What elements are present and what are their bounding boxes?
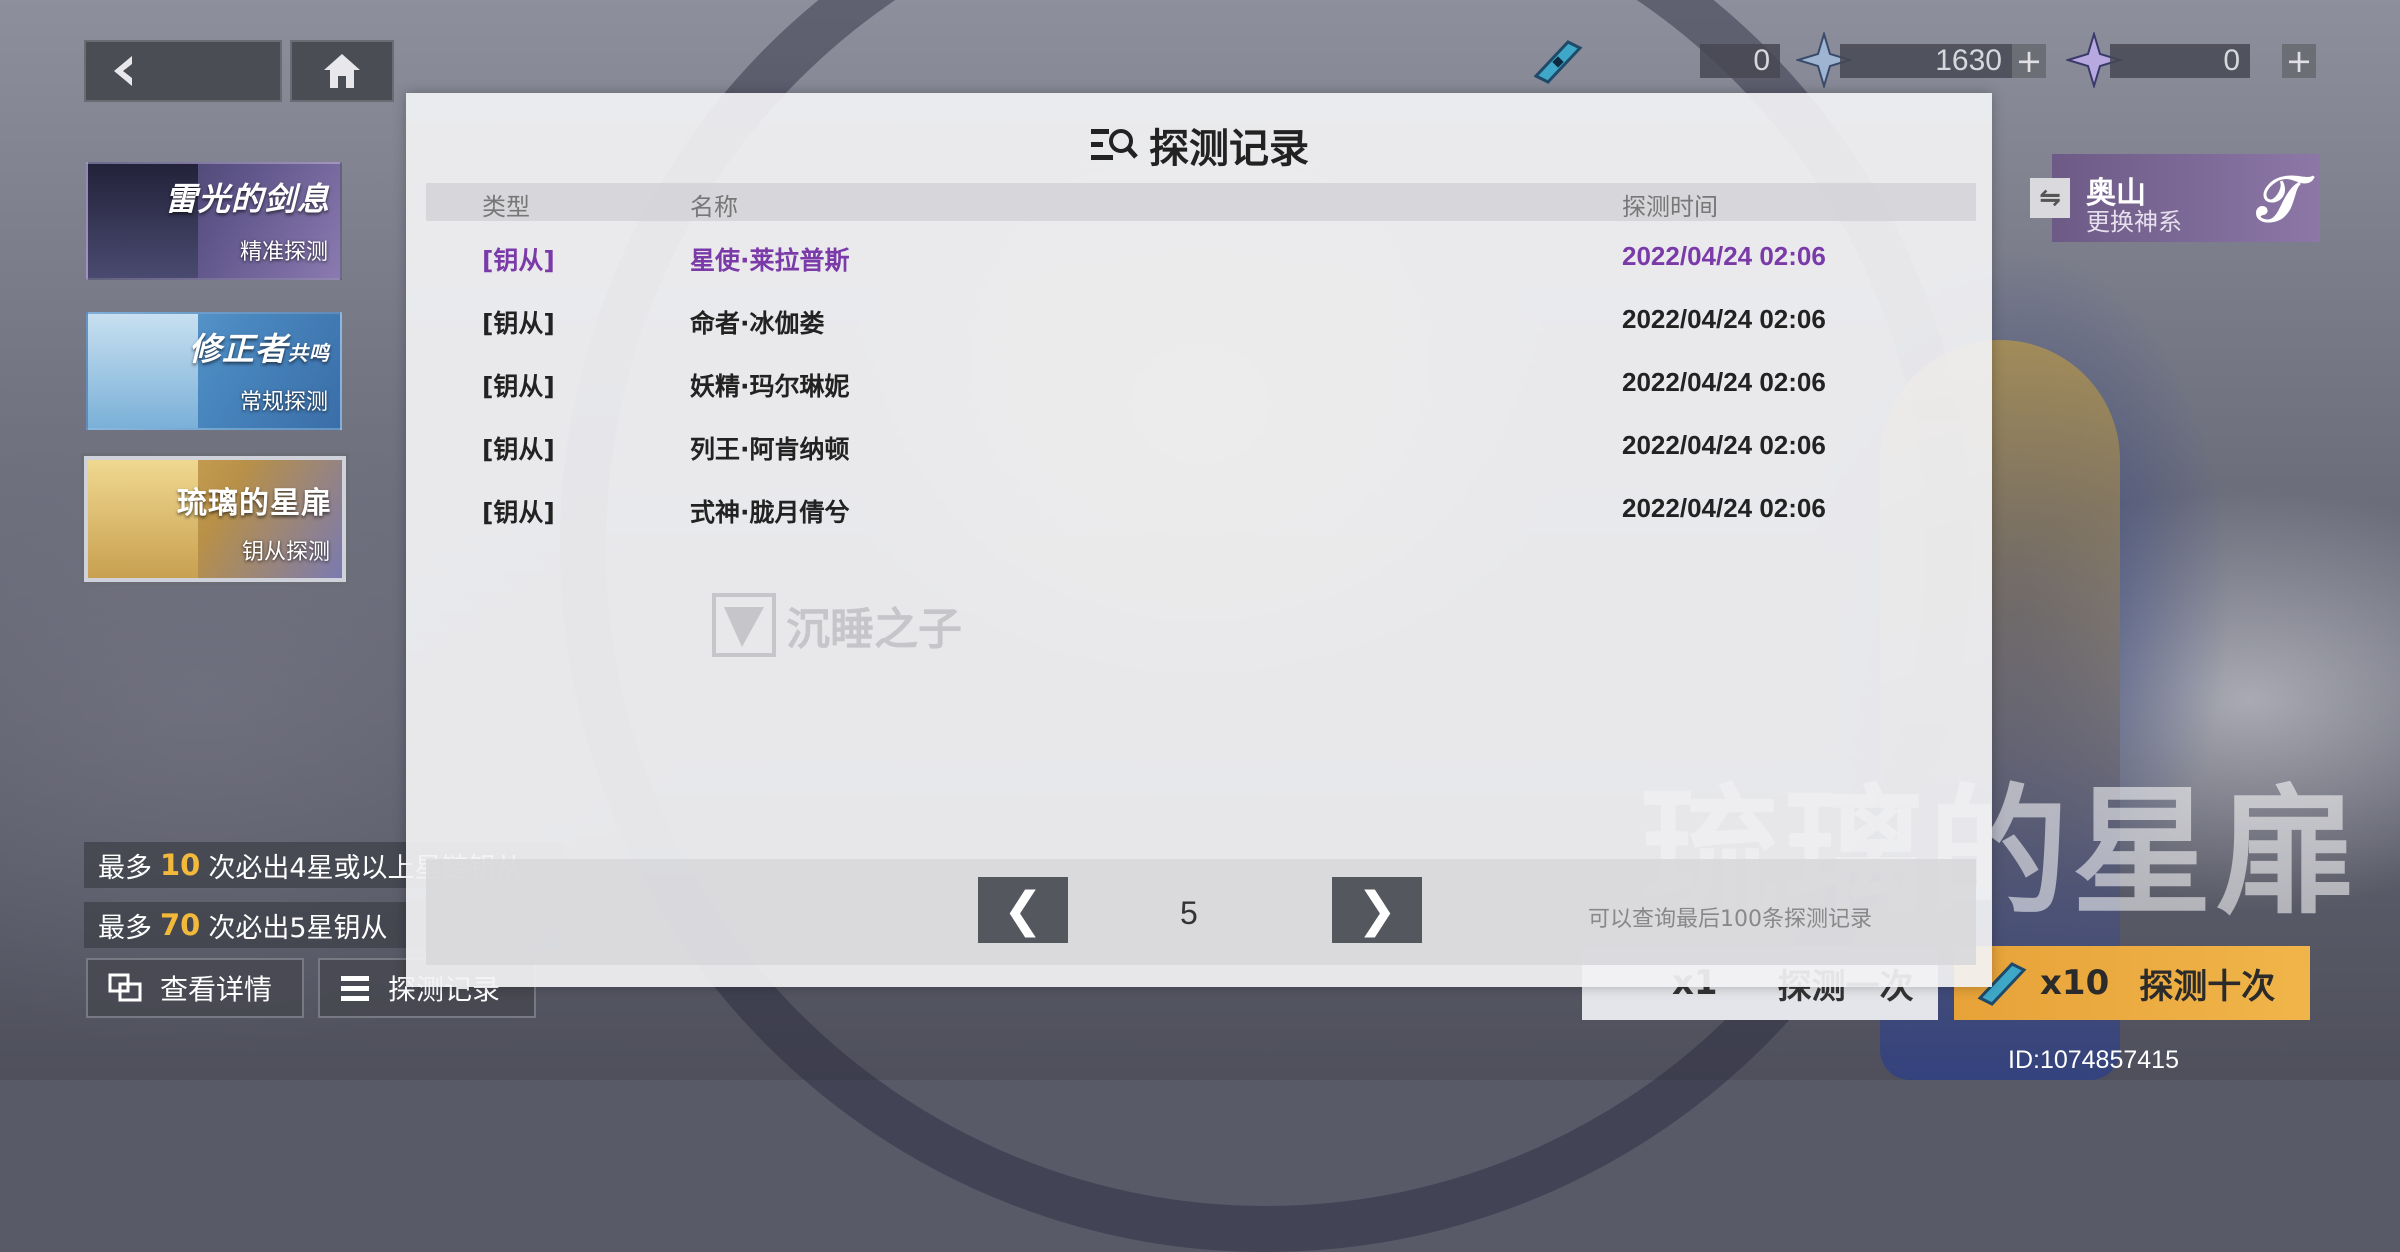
banner-subtitle: 精准探测 bbox=[239, 240, 328, 265]
table-row: [钥从] 式神·胧月倩兮 2022/04/24 02:06 bbox=[406, 489, 1992, 529]
ticket-icon bbox=[1533, 40, 1583, 84]
purple-crystal-count: 0 bbox=[2110, 44, 2250, 78]
pantheon-logo-icon: 𝒯 bbox=[2256, 162, 2306, 237]
header-type: 类型 bbox=[482, 193, 530, 221]
current-page-number: 5 bbox=[1180, 895, 1198, 931]
banner-subtitle: 常规探测 bbox=[239, 390, 328, 415]
banner-crystal-star-gate[interactable]: 琉璃的星扉 钥从探测 bbox=[81, 453, 349, 585]
view-details-button[interactable]: 查看详情 bbox=[86, 958, 304, 1018]
ticket-count: 0 bbox=[1700, 44, 1780, 78]
row-type: [钥从] bbox=[482, 372, 555, 401]
row-name: 列王·阿肯纳顿 bbox=[690, 435, 850, 464]
row-time: 2022/04/24 02:06 bbox=[1622, 493, 1826, 523]
change-pantheon-label: 更换神系 bbox=[2086, 208, 2182, 236]
row-name: 妖精·玛尔琳妮 bbox=[690, 372, 850, 401]
list-icon bbox=[341, 976, 369, 1001]
row-time: 2022/04/24 02:06 bbox=[1622, 304, 1826, 334]
faction-logo-icon bbox=[712, 593, 776, 657]
row-name: 星使·莱拉普斯 bbox=[690, 246, 850, 275]
table-row: [钥从] 命者·冰伽娄 2022/04/24 02:06 bbox=[406, 300, 1992, 340]
detect-ten-button[interactable]: x10 探测十次 bbox=[1954, 946, 2310, 1020]
change-pantheon-panel[interactable]: 奥山 更换神系 𝒯 bbox=[2052, 154, 2320, 242]
detection-records-dialog: 探测记录 类型 名称 探测时间 [钥从] 星使·莱拉普斯 2022/04/24 … bbox=[406, 93, 1992, 987]
silver-crystal-add-button[interactable]: + bbox=[2012, 42, 2046, 80]
dialog-title: 探测记录 bbox=[1149, 126, 1309, 172]
row-type: [钥从] bbox=[482, 435, 555, 464]
row-time: 2022/04/24 02:06 bbox=[1622, 241, 1826, 271]
banner-title: 琉璃的星扉 bbox=[177, 486, 332, 521]
back-arrow-icon bbox=[114, 56, 132, 86]
header-time: 探测时间 bbox=[1622, 193, 1718, 221]
row-name: 式神·胧月倩兮 bbox=[690, 498, 850, 527]
banner-corrector[interactable]: 修正者共鸣 常规探测 bbox=[86, 312, 342, 430]
dialog-header: 探测记录 bbox=[406, 115, 1992, 175]
table-row: [钥从] 星使·莱拉普斯 2022/04/24 02:06 bbox=[406, 237, 1992, 277]
detect-ten-count: x10 bbox=[2040, 963, 2110, 1003]
row-type: [钥从] bbox=[482, 498, 555, 527]
banner-title: 雷光的剑息 bbox=[164, 180, 330, 218]
table-row: [钥从] 妖精·玛尔琳妮 2022/04/24 02:06 bbox=[406, 363, 1992, 403]
table-header: 类型 名称 探测时间 bbox=[426, 183, 1976, 221]
silver-crystal-count: 1630 bbox=[1840, 44, 2012, 78]
home-button[interactable] bbox=[290, 40, 394, 102]
row-type: [钥从] bbox=[482, 309, 555, 338]
table-row: [钥从] 列王·阿肯纳顿 2022/04/24 02:06 bbox=[406, 426, 1992, 466]
background-watermark: 沉睡之子 bbox=[712, 593, 962, 657]
banner-lightning-sword[interactable]: 雷光的剑息 精准探测 bbox=[86, 162, 342, 280]
row-time: 2022/04/24 02:06 bbox=[1622, 430, 1826, 460]
user-id: ID:1074857415 bbox=[2008, 1046, 2179, 1074]
record-search-icon bbox=[1091, 129, 1138, 160]
pagination-bar: ❮ 5 ❯ 可以查询最后100条探测记录 bbox=[426, 859, 1976, 965]
banner-subtitle: 钥从探测 bbox=[241, 540, 330, 565]
purple-crystal-add-button[interactable]: + bbox=[2282, 42, 2316, 80]
banner-title: 修正者共鸣 bbox=[188, 330, 330, 368]
swap-icon[interactable]: ⇋ bbox=[2030, 178, 2070, 218]
detect-ten-label: 探测十次 bbox=[2139, 966, 2276, 1007]
row-type: [钥从] bbox=[482, 246, 555, 275]
banner-character-art bbox=[88, 314, 198, 428]
row-time: 2022/04/24 02:06 bbox=[1622, 367, 1826, 397]
record-limit-note: 可以查询最后100条探测记录 bbox=[1588, 907, 1872, 932]
details-icon bbox=[108, 973, 142, 1002]
view-details-label: 查看详情 bbox=[160, 973, 273, 1006]
back-button[interactable] bbox=[84, 40, 282, 102]
next-page-button[interactable]: ❯ bbox=[1332, 877, 1422, 943]
previous-page-button[interactable]: ❮ bbox=[978, 877, 1068, 943]
home-icon bbox=[324, 54, 360, 88]
row-name: 命者·冰伽娄 bbox=[690, 309, 825, 338]
header-name: 名称 bbox=[690, 193, 738, 221]
